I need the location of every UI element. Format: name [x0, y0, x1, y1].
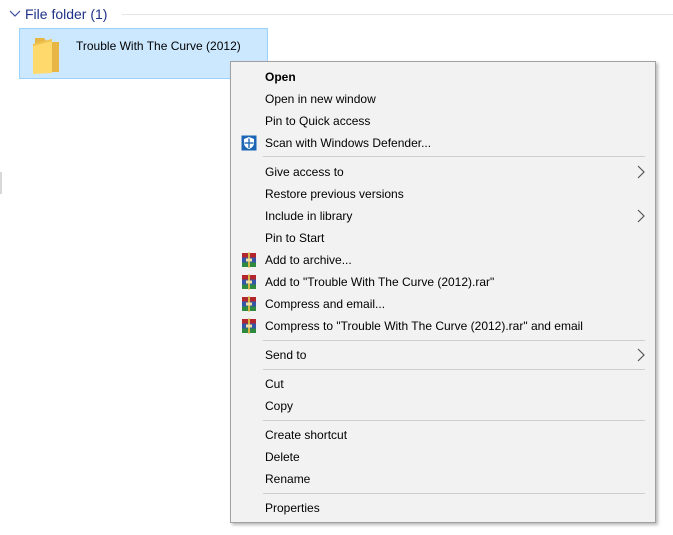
winrar-books-icon	[242, 252, 256, 268]
menu-item-compress-email[interactable]: Compress and email...	[233, 293, 653, 315]
menu-separator	[263, 156, 645, 157]
menu-item-label: Add to archive...	[265, 253, 352, 267]
pane-edge	[0, 172, 2, 194]
group-title: File folder (1)	[25, 6, 108, 22]
menu-item-label: Delete	[265, 450, 300, 464]
windows-defender-shield-icon	[241, 135, 257, 151]
menu-item-include-library[interactable]: Include in library	[233, 205, 653, 227]
menu-item-label: Cut	[265, 377, 284, 391]
menu-item-properties[interactable]: Properties	[233, 497, 653, 519]
menu-item-label: Copy	[265, 399, 294, 413]
menu-separator	[263, 420, 645, 421]
menu-item-open-new-window[interactable]: Open in new window	[233, 88, 653, 110]
menu-item-label: Give access to	[265, 165, 344, 179]
menu-item-label: Create shortcut	[265, 428, 348, 442]
menu-separator	[263, 369, 645, 370]
menu-separator	[263, 340, 645, 341]
menu-item-give-access[interactable]: Give access to	[233, 161, 653, 183]
menu-item-label: Pin to Quick access	[265, 114, 371, 128]
winrar-books-icon	[242, 296, 256, 312]
menu-item-label: Properties	[265, 501, 320, 515]
winrar-books-icon	[242, 274, 256, 290]
menu-item-pin-quick-access[interactable]: Pin to Quick access	[233, 110, 653, 132]
menu-item-delete[interactable]: Delete	[233, 446, 653, 468]
menu-item-copy[interactable]: Copy	[233, 395, 653, 417]
menu-item-label: Open in new window	[265, 92, 376, 106]
menu-item-add-archive[interactable]: Add to archive...	[233, 249, 653, 271]
chevron-right-icon	[637, 348, 645, 362]
menu-item-add-rar[interactable]: Add to "Trouble With The Curve (2012).ra…	[233, 271, 653, 293]
menu-item-label: Scan with Windows Defender...	[265, 136, 432, 150]
menu-item-label: Compress and email...	[265, 297, 386, 311]
winrar-books-icon	[242, 318, 256, 334]
menu-item-create-shortcut[interactable]: Create shortcut	[233, 424, 653, 446]
folder-icon	[33, 38, 59, 74]
chevron-right-icon	[637, 209, 645, 223]
menu-item-label: Add to "Trouble With The Curve (2012).ra…	[265, 275, 495, 289]
menu-separator	[263, 493, 645, 494]
menu-item-pin-start[interactable]: Pin to Start	[233, 227, 653, 249]
menu-item-label: Open	[265, 70, 296, 84]
group-divider	[122, 14, 673, 15]
menu-item-open[interactable]: Open	[233, 66, 653, 88]
menu-item-label: Pin to Start	[265, 231, 325, 245]
menu-item-send-to[interactable]: Send to	[233, 344, 653, 366]
context-menu: Open Open in new window Pin to Quick acc…	[230, 61, 656, 523]
menu-item-label: Restore previous versions	[265, 187, 404, 201]
chevron-right-icon	[637, 165, 645, 179]
group-header[interactable]: File folder (1)	[8, 3, 107, 25]
menu-item-label: Include in library	[265, 209, 353, 223]
menu-item-label: Send to	[265, 348, 307, 362]
menu-item-cut[interactable]: Cut	[233, 373, 653, 395]
folder-name: Trouble With The Curve (2012)	[76, 39, 241, 53]
menu-item-label: Rename	[265, 472, 311, 486]
chevron-down-icon[interactable]	[8, 7, 22, 21]
menu-item-compress-rar-email[interactable]: Compress to "Trouble With The Curve (201…	[233, 315, 653, 337]
menu-item-scan-defender[interactable]: Scan with Windows Defender...	[233, 132, 653, 154]
menu-item-rename[interactable]: Rename	[233, 468, 653, 490]
menu-item-label: Compress to "Trouble With The Curve (201…	[265, 319, 583, 333]
menu-item-restore-previous[interactable]: Restore previous versions	[233, 183, 653, 205]
